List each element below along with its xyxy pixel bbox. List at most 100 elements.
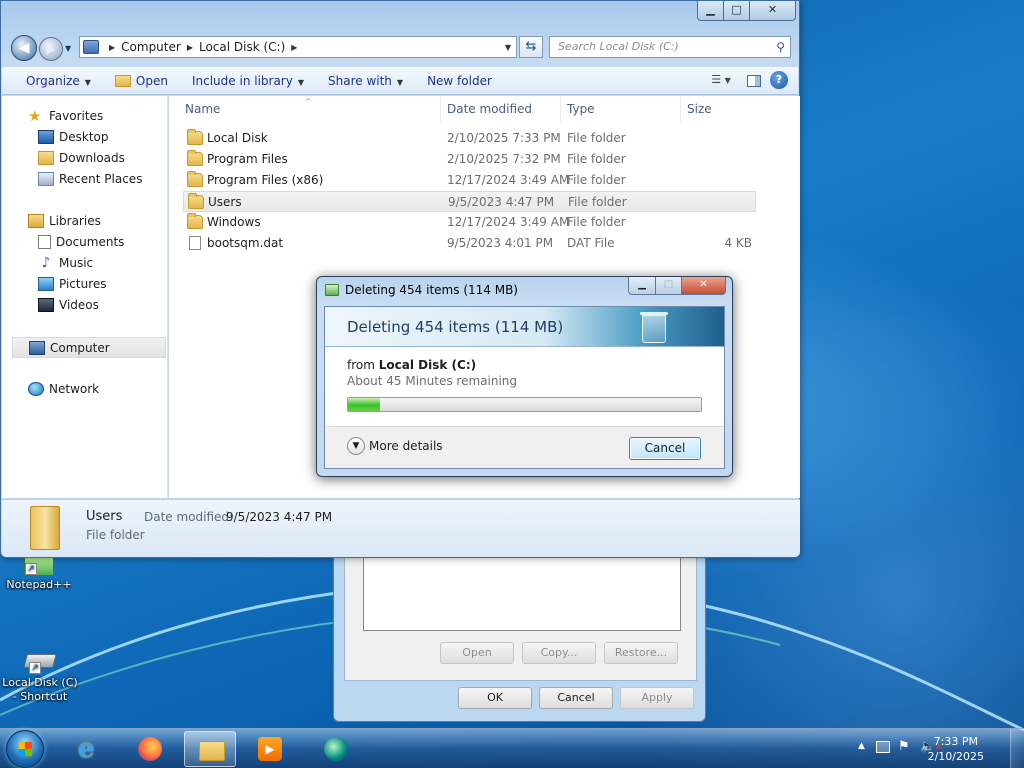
include-label: Include in library (191, 73, 293, 88)
taskbar-app[interactable] (310, 731, 362, 767)
table-row[interactable]: Windows 12/17/2024 3:49 AM File folder (183, 212, 756, 233)
folder-icon (199, 741, 225, 761)
organize-button[interactable]: Organize ▼ (2, 69, 103, 93)
breadcrumb-local-disk[interactable]: Local Disk (C:) (199, 40, 285, 54)
drive-icon: ↗ (19, 648, 59, 674)
navigation-pane: ★ Favorites Desktop Downloads Recent Plac… (2, 96, 168, 498)
column-name[interactable]: Name ^ (179, 96, 441, 123)
clock[interactable]: 7:33 PM 2/10/2025 (928, 734, 984, 764)
search-placeholder: Search Local Disk (C:) (558, 40, 679, 53)
nav-label: Network (49, 382, 100, 396)
desktop-icon-notepadpp[interactable]: ↗ Notepad++ (0, 556, 78, 592)
downloads-icon (38, 150, 54, 165)
restore-button[interactable]: Restore... (604, 642, 678, 664)
apply-button[interactable]: Apply (620, 687, 694, 709)
preview-pane-button[interactable] (744, 69, 764, 91)
from-location: Local Disk (C:) (378, 358, 477, 372)
table-row[interactable]: Program Files (x86) 12/17/2024 3:49 AM Fil… (183, 170, 756, 191)
forward-button[interactable]: ▶ (39, 37, 63, 61)
open-button[interactable]: Open (440, 642, 514, 664)
folder-icon (187, 213, 203, 229)
search-input[interactable]: Search Local Disk (C:) ⚲ (549, 36, 791, 58)
start-button[interactable] (6, 730, 44, 768)
nav-libraries[interactable]: Libraries (28, 211, 192, 232)
breadcrumb-chevron-icon[interactable]: ▶ (109, 43, 115, 52)
share-with-button[interactable]: Share with ▼ (316, 69, 415, 93)
table-row[interactable]: Local Disk 2/10/2025 7:33 PM File folder (183, 128, 756, 149)
file-type: File folder (568, 195, 627, 209)
new-folder-button[interactable]: New folder (415, 69, 504, 93)
videos-icon (38, 297, 54, 312)
column-label: Type (567, 102, 595, 116)
table-row[interactable]: bootsqm.dat 9/5/2023 4:01 PM DAT File 4 KB (183, 233, 756, 254)
more-details-toggle[interactable]: ▼ More details (347, 437, 443, 455)
cancel-button[interactable]: Cancel (539, 687, 613, 709)
file-date: 12/17/2024 3:49 AM (447, 173, 570, 187)
folder-icon (188, 193, 204, 209)
column-headers: Name ^ Date modified Type Size (169, 96, 800, 123)
refresh-button[interactable]: ⇆ (519, 36, 543, 58)
details-date-label: Date modified: (144, 510, 234, 524)
column-label: Name (185, 102, 221, 116)
taskbar-firefox[interactable] (124, 731, 176, 767)
desktop-icon-local-disk-shortcut[interactable]: ↗ Local Disk (C) - Shortcut (0, 648, 78, 704)
column-label: Size (687, 102, 712, 116)
copy-button[interactable]: Copy... (522, 642, 596, 664)
action-center-flag-icon[interactable]: ⚑ (898, 739, 910, 754)
address-bar[interactable]: ▶ Computer ▶ Local Disk (C:) ▶ ▼ (79, 36, 517, 58)
table-row-selected[interactable]: Users 9/5/2023 4:47 PM File folder (183, 191, 756, 212)
close-button[interactable]: ✕ (750, 1, 796, 21)
open-button[interactable]: Open (103, 69, 180, 93)
taskbar-ie[interactable]: e (64, 731, 116, 767)
cancel-button[interactable]: Cancel (629, 437, 701, 460)
file-date: 9/5/2023 4:01 PM (447, 236, 554, 250)
breadcrumb-computer[interactable]: Computer (121, 40, 181, 54)
taskbar-file-explorer[interactable] (184, 731, 236, 767)
network-tray-icon[interactable] (876, 741, 890, 753)
close-button[interactable]: ✕ (682, 277, 726, 295)
notepadpp-icon: ↗ (24, 556, 54, 576)
dialog-footer: ▼ More details Cancel (325, 426, 724, 468)
dialog-body: Deleting 454 items (114 MB) from Local D… (324, 306, 725, 469)
include-in-library-button[interactable]: Include in library ▼ (180, 69, 316, 93)
maximize-button[interactable]: □ (724, 1, 750, 21)
back-button[interactable]: ◀ (11, 35, 37, 61)
computer-icon (29, 340, 45, 355)
search-icon[interactable]: ⚲ (776, 37, 785, 57)
progress-bar (347, 397, 702, 412)
taskbar-media-player[interactable]: ▶ (244, 731, 296, 767)
show-desktop-button[interactable] (1010, 729, 1024, 768)
shortcut-arrow-icon: ↗ (25, 563, 37, 575)
file-date: 9/5/2023 4:47 PM (448, 195, 555, 209)
breadcrumb-chevron-icon[interactable]: ▶ (291, 43, 297, 52)
nav-label: Libraries (49, 214, 101, 228)
network-icon (28, 381, 44, 396)
arrow-left-icon: ◀ (18, 40, 30, 56)
column-date-modified[interactable]: Date modified (441, 96, 561, 123)
table-row[interactable]: Program Files 2/10/2025 7:32 PM File folde… (183, 149, 756, 170)
nav-label: Downloads (59, 151, 125, 165)
column-type[interactable]: Type (561, 96, 681, 123)
minimize-button[interactable]: ▁ (697, 1, 724, 21)
address-dropdown-icon[interactable]: ▼ (500, 43, 516, 52)
minimize-button[interactable]: ▁ (628, 277, 656, 295)
show-hidden-icons-icon[interactable]: ▲ (858, 741, 865, 751)
ok-button[interactable]: OK (458, 687, 532, 709)
recent-pages-dropdown[interactable]: ▼ (65, 44, 75, 54)
command-bar-right: ☰ ▼ ? (704, 69, 788, 91)
nav-computer[interactable]: Computer (12, 337, 166, 358)
internet-explorer-icon: e (78, 734, 95, 764)
file-name: Program Files (x86) (207, 173, 324, 187)
nav-favorites[interactable]: ★ Favorites (28, 106, 192, 127)
delete-progress-dialog: Deleting 454 items (114 MB) ▁ □ ✕ Deleti… (316, 276, 733, 477)
view-list-icon: ☰ (711, 73, 722, 86)
nav-network[interactable]: Network (28, 379, 192, 400)
more-details-label: More details (369, 439, 443, 453)
column-size[interactable]: Size (681, 96, 761, 123)
breadcrumb-chevron-icon[interactable]: ▶ (187, 43, 193, 52)
change-view-button[interactable]: ☰ ▼ (704, 69, 738, 91)
help-icon[interactable]: ? (770, 71, 788, 89)
nav-label: Music (59, 256, 94, 270)
file-date: 2/10/2025 7:33 PM (447, 131, 561, 145)
nav-label: Documents (56, 235, 125, 249)
